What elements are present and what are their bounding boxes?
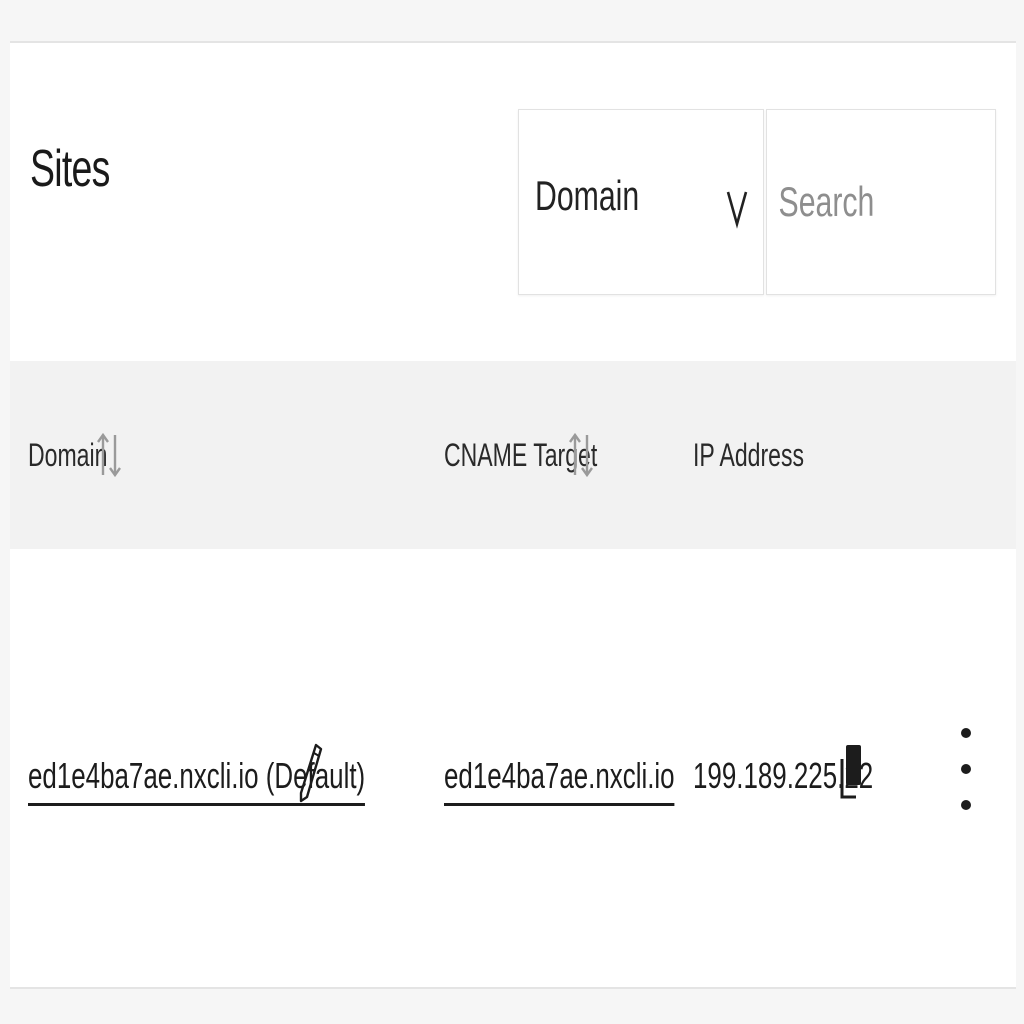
kebab-menu-icon[interactable] [954, 723, 978, 815]
table-header: Domain CNAME Target IP Address [10, 361, 1016, 549]
column-header-domain[interactable]: Domain [28, 431, 138, 479]
chevron-down-icon [726, 191, 748, 229]
sites-card: Sites Domain Domain CNAME Target [10, 41, 1016, 989]
cname-link[interactable]: ed1e4ba7ae.nxcli.io [444, 755, 675, 806]
table-row: ed1e4ba7ae.nxcli.io (Default) ed1e4ba7ae… [10, 549, 1016, 989]
sort-icon[interactable] [96, 431, 122, 479]
column-header-ip: IP Address [693, 431, 847, 479]
search-box[interactable] [766, 109, 996, 295]
copy-icon[interactable] [838, 741, 864, 803]
pencil-icon[interactable] [298, 741, 324, 805]
column-header-cname[interactable]: CNAME Target [444, 431, 657, 479]
column-header-label: IP Address [693, 436, 805, 473]
search-input[interactable] [767, 110, 932, 294]
sort-icon[interactable] [568, 431, 594, 479]
filter-select-value: Domain [535, 172, 640, 219]
filter-select[interactable]: Domain [518, 109, 764, 295]
page-title: Sites [30, 140, 110, 198]
